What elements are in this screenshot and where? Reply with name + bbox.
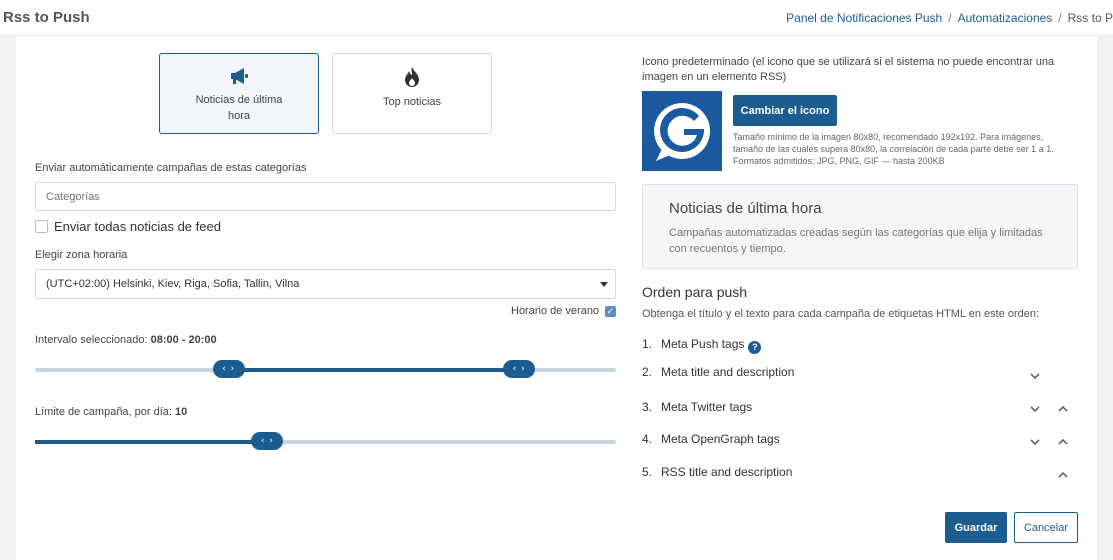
order-item: 2. Meta title and description [642, 365, 794, 379]
move-down-icon[interactable] [1028, 402, 1042, 416]
order-item-label: Meta OpenGraph tags [661, 432, 780, 446]
fire-icon [333, 66, 491, 88]
timezone-label: Elegir zona horaria [35, 249, 128, 261]
limit-value: 10 [175, 406, 188, 418]
change-icon-button[interactable]: Cambiar el icono [733, 95, 837, 126]
timezone-value: (UTC+02:00) Helsinki, Kiev, Riga, Sofia,… [46, 278, 300, 290]
brand-logo-icon [642, 91, 722, 171]
interval-value: 08:00 - 20:00 [150, 334, 217, 346]
send-all-checkbox[interactable] [35, 220, 48, 233]
interval-start-handle[interactable]: ‹ › [212, 360, 245, 378]
breadcrumb-link-automations[interactable]: Automatizaciones [958, 11, 1053, 25]
interval-slider-fill [228, 368, 520, 372]
move-up-icon[interactable] [1056, 435, 1070, 449]
interval-label: Intervalo seleccionado: 08:00 - 20:00 [35, 334, 217, 346]
order-title: Orden para push [642, 284, 748, 300]
help-icon[interactable]: ? [748, 341, 762, 354]
order-item-number: 5. [642, 465, 653, 479]
order-item-number: 2. [642, 365, 653, 379]
timezone-select[interactable]: (UTC+02:00) Helsinki, Kiev, Riga, Sofia,… [35, 269, 616, 299]
limit-slider-track[interactable]: ‹ › [35, 432, 616, 450]
breadcrumb-current: Rss to P [1067, 11, 1113, 25]
campaign-info-box: Noticias de última hora Campañas automat… [642, 184, 1078, 269]
limit-handle[interactable]: ‹ › [251, 432, 284, 450]
move-down-icon[interactable] [1028, 435, 1042, 449]
cancel-button[interactable]: Cancelar [1014, 512, 1078, 543]
order-subtitle: Obtenga el título y el texto para cada c… [642, 308, 1040, 320]
order-item-label: Meta title and description [661, 365, 795, 379]
campaign-info-title: Noticias de última hora [669, 200, 822, 217]
order-item-number: 1. [642, 337, 653, 351]
tile-breaking-news[interactable]: Noticias de última hora [159, 53, 319, 134]
default-icon-label: Icono predeterminado (el icono que se ut… [642, 56, 1055, 83]
top-bar: Rss to Push Panel de Notificaciones Push… [0, 0, 1113, 36]
categories-input[interactable] [35, 182, 616, 211]
limit-slider-fill [35, 440, 268, 444]
breadcrumb-link-panel[interactable]: Panel de Notificaciones Push [786, 11, 942, 25]
tile-top-news-label: Top noticias [382, 96, 442, 108]
order-item: 3. Meta Twitter tags [642, 400, 752, 414]
icon-help-line: Tamaño mínimo de la imágen 80x80, recome… [733, 132, 1044, 142]
page-title: Rss to Push [3, 9, 90, 26]
move-up-icon[interactable] [1056, 402, 1070, 416]
icon-help-line: tamaño de las cuáles supera 80x80, la co… [733, 144, 1054, 154]
megaphone-icon [160, 66, 318, 88]
order-item-number: 3. [642, 400, 653, 414]
main-card: Noticias de última hora Top noticias Env… [16, 36, 1097, 560]
breadcrumb: Panel de Notificaciones Push / Automatizac… [786, 11, 1113, 25]
order-item-label: RSS title and description [661, 465, 793, 479]
move-down-icon[interactable] [1028, 369, 1042, 383]
save-button[interactable]: Guardar [945, 512, 1007, 543]
order-item-number: 4. [642, 432, 653, 446]
tile-top-news[interactable]: Top noticias [332, 53, 492, 134]
limit-label: Límite de campaña, por día: 10 [35, 406, 187, 418]
icon-help-text: Tamaño mínimo de la imágen 80x80, recome… [733, 131, 1073, 167]
campaign-info-description: Campañas automatizadas creadas según las… [669, 227, 1043, 255]
order-item: 5. RSS title and description [642, 465, 792, 479]
dst-label: Horario de verano [511, 305, 600, 317]
interval-end-handle[interactable]: ‹ › [503, 360, 536, 378]
chevron-down-icon [600, 282, 608, 287]
default-icon-preview [642, 91, 722, 171]
interval-label-text: Intervalo seleccionado: [35, 334, 151, 346]
limit-label-text: Límite de campaña, por día: [35, 406, 176, 418]
order-item: 4. Meta OpenGraph tags [642, 432, 780, 446]
dst-checkbox[interactable]: ✓ [605, 306, 616, 317]
order-item-label: Meta Push tags [661, 337, 745, 351]
order-item-label: Meta Twitter tags [661, 400, 753, 414]
send-all-label: Enviar todas noticias de feed [54, 219, 221, 234]
icon-help-line: Formatos admitidos: JPG, PNG, GIF — hast… [733, 156, 945, 166]
tile-breaking-news-label: Noticias de última hora [195, 94, 283, 122]
categories-label: Enviar automáticamente campañas de estas… [35, 162, 307, 174]
order-item: 1. Meta Push tags? [642, 337, 762, 354]
interval-slider-track[interactable]: ‹ › ‹ › [35, 360, 616, 378]
move-up-icon[interactable] [1056, 468, 1070, 482]
